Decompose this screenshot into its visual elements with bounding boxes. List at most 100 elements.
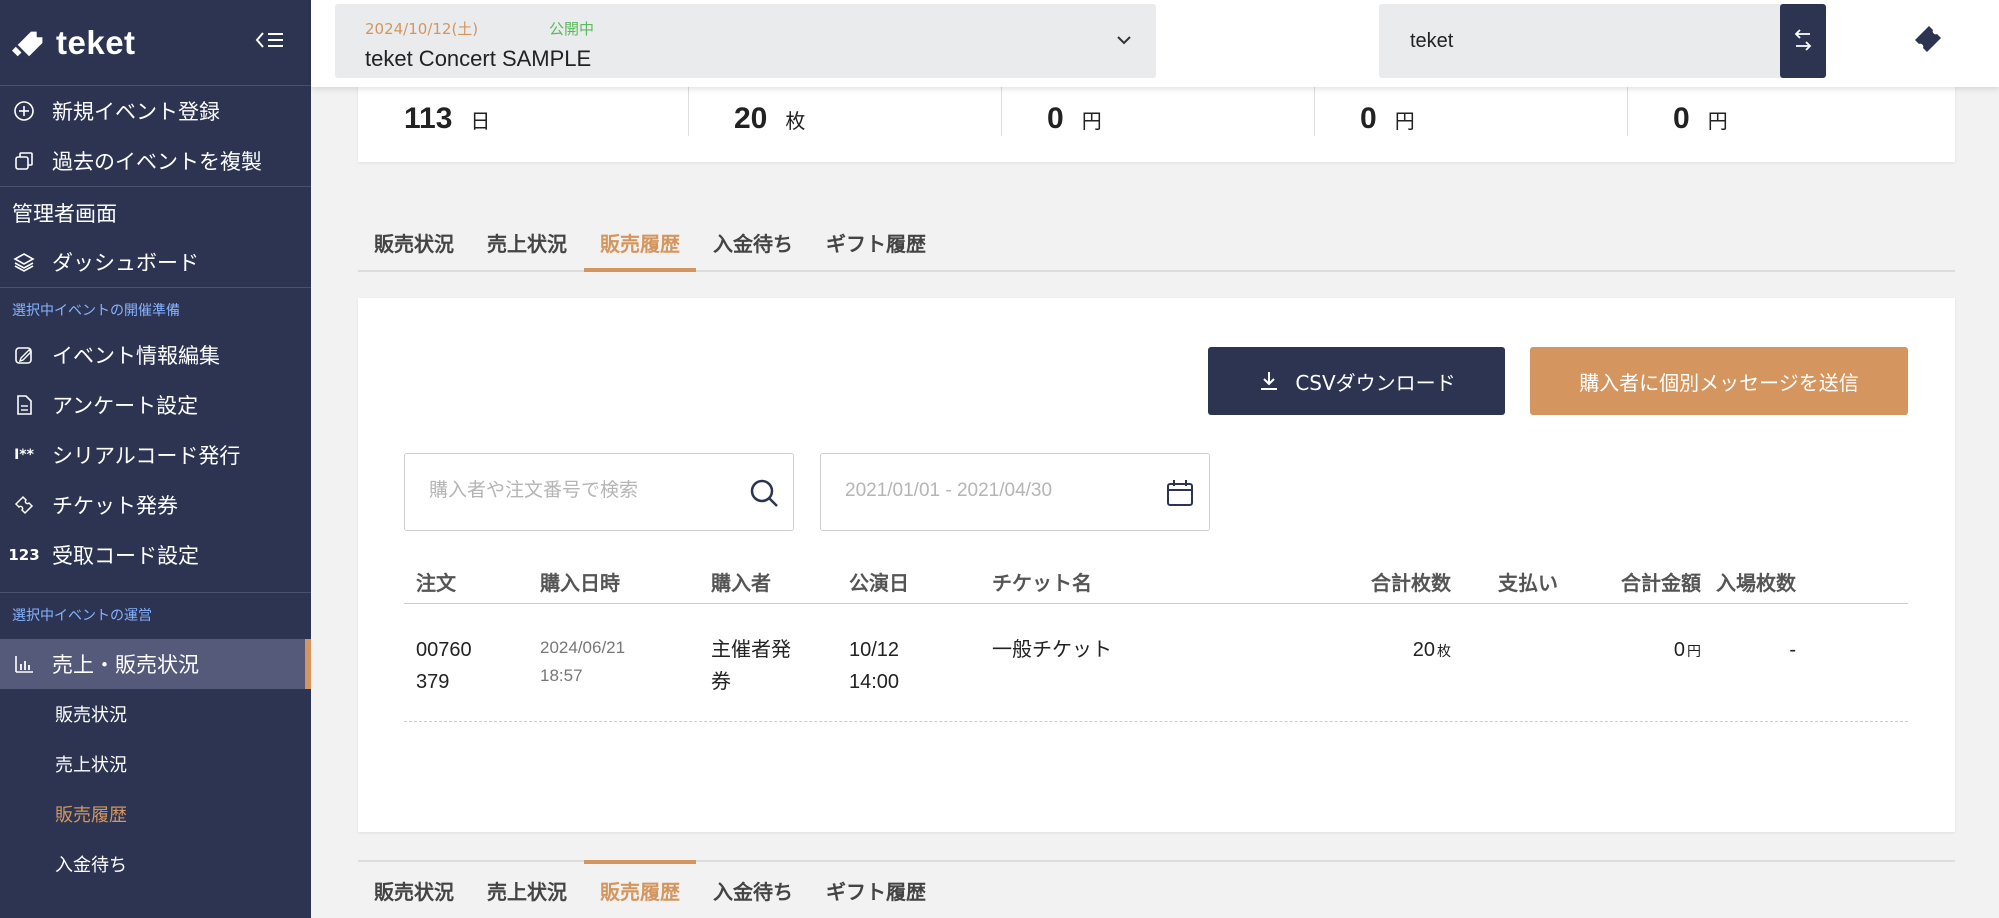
- sales-history-card: CSVダウンロード 購入者に個別メッセージを送信 注文 購入日時 購入者 公演日…: [358, 298, 1955, 832]
- number-123-icon: 123: [8, 546, 40, 564]
- sidebar-item-serial-code[interactable]: I** シリアルコード発行: [0, 430, 311, 480]
- search-input[interactable]: [429, 480, 749, 502]
- sidebar-item-label: 過去のイベントを複製: [52, 150, 262, 174]
- sidebar-item-issue-ticket[interactable]: チケット発券: [0, 480, 311, 530]
- sidebar-item-label: チケット発券: [52, 494, 178, 518]
- stat-unit: 円: [1707, 111, 1728, 133]
- send-message-button[interactable]: 購入者に個別メッセージを送信: [1530, 347, 1908, 415]
- sidebar-item-label: 新規イベント登録: [52, 100, 220, 124]
- tabs-top: 販売状況 売上状況 販売履歴 入金待ち ギフト履歴: [358, 214, 1955, 272]
- ticket-tag-icon: [12, 493, 36, 517]
- sidebar-subitem-sales-status[interactable]: 販売状況: [0, 689, 311, 739]
- buyer-line: 券: [711, 671, 731, 693]
- purchased-time: 18:57: [540, 666, 583, 685]
- sidebar-item-label: シリアルコード発行: [52, 444, 241, 468]
- col-show-date: 公演日: [849, 571, 909, 595]
- stat-value: 20: [734, 102, 768, 135]
- total-qty: 20 枚: [1320, 634, 1451, 721]
- search-field: [404, 453, 794, 531]
- logo-text: teket: [56, 23, 136, 61]
- stat-value: 0: [1047, 102, 1064, 135]
- section-label-ops: 選択中イベントの運営: [12, 608, 152, 624]
- total-amount: 0円: [1558, 634, 1701, 721]
- sidebar-item-duplicate-event[interactable]: 過去のイベントを複製: [0, 136, 311, 186]
- csv-download-button[interactable]: CSVダウンロード: [1208, 347, 1505, 415]
- calendar-icon[interactable]: [1165, 478, 1195, 508]
- purchased-at: 2024/06/21 18:57: [528, 634, 699, 721]
- sidebar-item-label: ダッシュボード: [52, 251, 199, 275]
- collapse-sidebar-icon[interactable]: [255, 28, 285, 58]
- plus-circle-icon: [12, 99, 36, 123]
- logo-row: teket: [0, 0, 311, 86]
- tabs-bottom: 販売状況 売上状況 販売履歴 入金待ち ギフト履歴: [358, 860, 1955, 918]
- tab-revenue-status[interactable]: 売上状況: [487, 214, 567, 270]
- layers-icon: [12, 250, 36, 274]
- tab-sales-history[interactable]: 販売履歴: [584, 860, 696, 918]
- serial-code-icon: I**: [14, 447, 34, 463]
- search-icon[interactable]: [747, 476, 781, 510]
- sidebar-subitem-sales-history[interactable]: 販売履歴: [0, 789, 311, 839]
- tab-sales-history[interactable]: 販売履歴: [584, 214, 696, 272]
- section-label-prep: 選択中イベントの開催準備: [12, 303, 180, 319]
- organization-name: teket: [1410, 30, 1454, 52]
- payment: [1451, 634, 1558, 721]
- tab-sales-status[interactable]: 販売状況: [374, 214, 454, 270]
- event-selector[interactable]: 2024/10/12(土) 公開中 teket Concert SAMPLE: [335, 4, 1156, 78]
- show-time-line: 14:00: [849, 671, 900, 693]
- tab-pending-payment[interactable]: 入金待ち: [713, 862, 793, 918]
- tab-sales-status[interactable]: 販売状況: [374, 862, 454, 918]
- chevron-down-icon: [1117, 36, 1131, 45]
- order-number-line: 00760: [416, 639, 472, 661]
- sidebar: teket 新規イベント登録 過去のイベントを複製 管理者画面 ダッシュボード …: [0, 0, 311, 918]
- date-range-input[interactable]: [845, 480, 1165, 502]
- tab-gift-history[interactable]: ギフト履歴: [826, 214, 926, 270]
- tab-pending-payment[interactable]: 入金待ち: [713, 214, 793, 270]
- stat-value: 113: [404, 102, 453, 135]
- stat-value: 0: [1360, 102, 1377, 135]
- document-icon: [12, 393, 36, 417]
- entered-qty: -: [1789, 639, 1796, 661]
- sidebar-item-edit-event[interactable]: イベント情報編集: [0, 330, 311, 380]
- purchased-date: 2024/06/21: [540, 638, 626, 657]
- sidebar-item-label: 売上・販売状況: [52, 653, 199, 677]
- sidebar-item-survey[interactable]: アンケート設定: [0, 380, 311, 430]
- teket-logo-icon: [12, 31, 43, 56]
- date-range-field: [820, 453, 1210, 531]
- topbar: 2024/10/12(土) 公開中 teket Concert SAMPLE t…: [311, 0, 1999, 87]
- col-buyer: 購入者: [711, 571, 771, 595]
- table-row[interactable]: 00760 379 2024/06/21 18:57 主催者発券 10/12 14:0…: [404, 604, 1908, 722]
- switch-organization-button[interactable]: [1780, 4, 1826, 78]
- sidebar-item-new-event[interactable]: 新規イベント登録: [0, 86, 311, 136]
- tab-revenue-status[interactable]: 売上状況: [487, 862, 567, 918]
- order-number[interactable]: 00760 379: [404, 634, 528, 721]
- edit-icon: [12, 343, 36, 367]
- stat-unit: 枚: [785, 111, 806, 133]
- col-total-amount: 合計金額: [1621, 571, 1701, 595]
- sidebar-item-label: 受取コード設定: [52, 544, 199, 568]
- orders-table: 注文 購入日時 購入者 公演日 チケット名 合計枚数 支払い 合計金額 入場枚数…: [404, 560, 1908, 722]
- col-total-qty: 合計枚数: [1371, 571, 1451, 595]
- admin-heading[interactable]: 管理者画面: [0, 187, 311, 239]
- event-status-badge: 公開中: [549, 20, 595, 38]
- sidebar-subitem-revenue-status[interactable]: 売上状況: [0, 739, 311, 789]
- ticket-icon[interactable]: [1911, 20, 1951, 60]
- sidebar-item-label: イベント情報編集: [52, 344, 220, 368]
- sidebar-item-sales-status[interactable]: 売上・販売状況: [0, 639, 311, 689]
- send-message-label: 購入者に個別メッセージを送信: [1579, 370, 1859, 395]
- table-header: 注文 購入日時 購入者 公演日 チケット名 合計枚数 支払い 合計金額 入場枚数: [404, 560, 1908, 604]
- col-ticket-name: チケット名: [992, 571, 1092, 595]
- tab-gift-history[interactable]: ギフト履歴: [826, 862, 926, 918]
- ticket-name: 一般チケット: [992, 639, 1112, 661]
- stat-unit: 円: [1394, 111, 1415, 133]
- stat-value: 0: [1673, 102, 1690, 135]
- col-entered-qty: 入場枚数: [1716, 571, 1796, 595]
- sidebar-subitem-pending-payment[interactable]: 入金待ち: [0, 839, 311, 889]
- sidebar-item-dashboard[interactable]: ダッシュボード: [0, 239, 311, 285]
- sidebar-item-pickup-code[interactable]: 123 受取コード設定: [0, 530, 311, 580]
- stat-unit: 円: [1081, 111, 1102, 133]
- show-date-line: 10/12: [849, 639, 900, 661]
- organization-box: teket: [1379, 4, 1826, 78]
- show-date: 10/12 14:00: [837, 634, 980, 721]
- buyer-line: 主催者発: [711, 639, 791, 661]
- col-order: 注文: [416, 571, 456, 595]
